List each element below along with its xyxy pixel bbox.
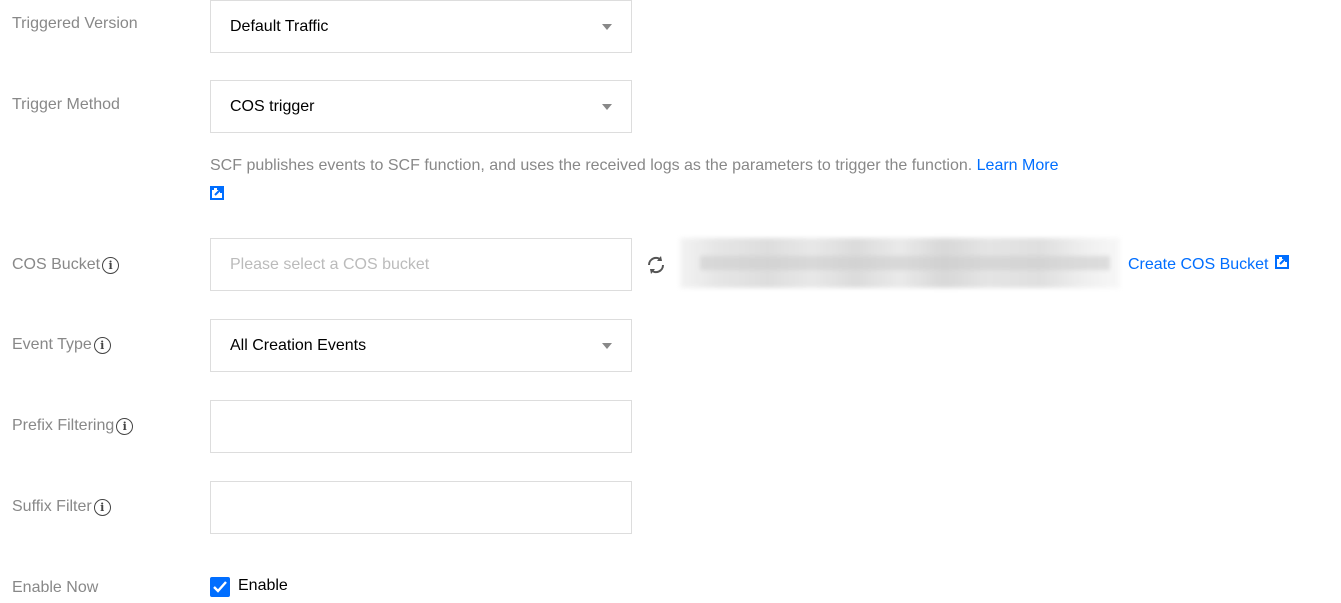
trigger-method-value: COS trigger bbox=[230, 97, 315, 115]
prefix-filtering-label-text: Prefix Filtering bbox=[12, 417, 115, 434]
cos-bucket-placeholder: Please select a COS bucket bbox=[230, 255, 430, 273]
triggered-version-label-text: Triggered Version bbox=[12, 15, 138, 32]
triggered-version-label: Triggered Version bbox=[12, 15, 138, 33]
cos-bucket-select[interactable]: Please select a COS bucket bbox=[210, 238, 632, 291]
trigger-method-label: Trigger Method bbox=[12, 96, 120, 114]
prefix-filtering-input[interactable] bbox=[210, 400, 632, 453]
learn-more-link[interactable]: Learn More bbox=[977, 157, 1059, 174]
suffix-filter-label-text: Suffix Filter bbox=[12, 498, 92, 515]
trigger-method-description: SCF publishes events to SCF function, an… bbox=[210, 151, 1320, 211]
enable-now-label-text: Enable Now bbox=[12, 579, 99, 596]
enable-now-label: Enable Now bbox=[12, 579, 98, 597]
redacted-region bbox=[680, 238, 1120, 288]
caret-down-icon bbox=[602, 342, 612, 349]
trigger-method-label-text: Trigger Method bbox=[12, 96, 120, 113]
suffix-filter-input[interactable] bbox=[210, 481, 632, 534]
checkmark-icon bbox=[213, 581, 227, 593]
external-link-icon[interactable] bbox=[1274, 255, 1289, 274]
event-type-select[interactable]: All Creation Events bbox=[210, 319, 632, 372]
info-circle-icon[interactable]: i bbox=[93, 336, 111, 354]
enable-checkbox-label[interactable]: Enable bbox=[238, 577, 288, 595]
info-circle-icon[interactable]: i bbox=[116, 417, 134, 435]
cos-bucket-label-text: COS Bucket bbox=[12, 256, 101, 273]
external-link-icon[interactable] bbox=[210, 181, 224, 211]
event-type-label: Event Type i bbox=[12, 336, 111, 354]
prefix-filtering-label: Prefix Filtering i bbox=[12, 417, 134, 435]
enable-checkbox[interactable] bbox=[210, 577, 230, 597]
cos-bucket-label: COS Bucket i bbox=[12, 256, 120, 274]
info-circle-icon[interactable]: i bbox=[102, 256, 120, 274]
trigger-method-select[interactable]: COS trigger bbox=[210, 80, 632, 133]
triggered-version-value: Default Traffic bbox=[230, 17, 329, 35]
refresh-icon[interactable] bbox=[645, 254, 667, 276]
event-type-value: All Creation Events bbox=[230, 336, 367, 354]
create-cos-bucket-link[interactable]: Create COS Bucket bbox=[1128, 255, 1289, 274]
suffix-filter-label: Suffix Filter i bbox=[12, 498, 111, 516]
create-cos-bucket-text[interactable]: Create COS Bucket bbox=[1128, 256, 1269, 274]
caret-down-icon bbox=[602, 103, 612, 110]
trigger-method-description-text: SCF publishes events to SCF function, an… bbox=[210, 157, 973, 174]
event-type-label-text: Event Type bbox=[12, 336, 92, 353]
triggered-version-select[interactable]: Default Traffic bbox=[210, 0, 632, 53]
caret-down-icon bbox=[602, 23, 612, 30]
info-circle-icon[interactable]: i bbox=[93, 498, 111, 516]
